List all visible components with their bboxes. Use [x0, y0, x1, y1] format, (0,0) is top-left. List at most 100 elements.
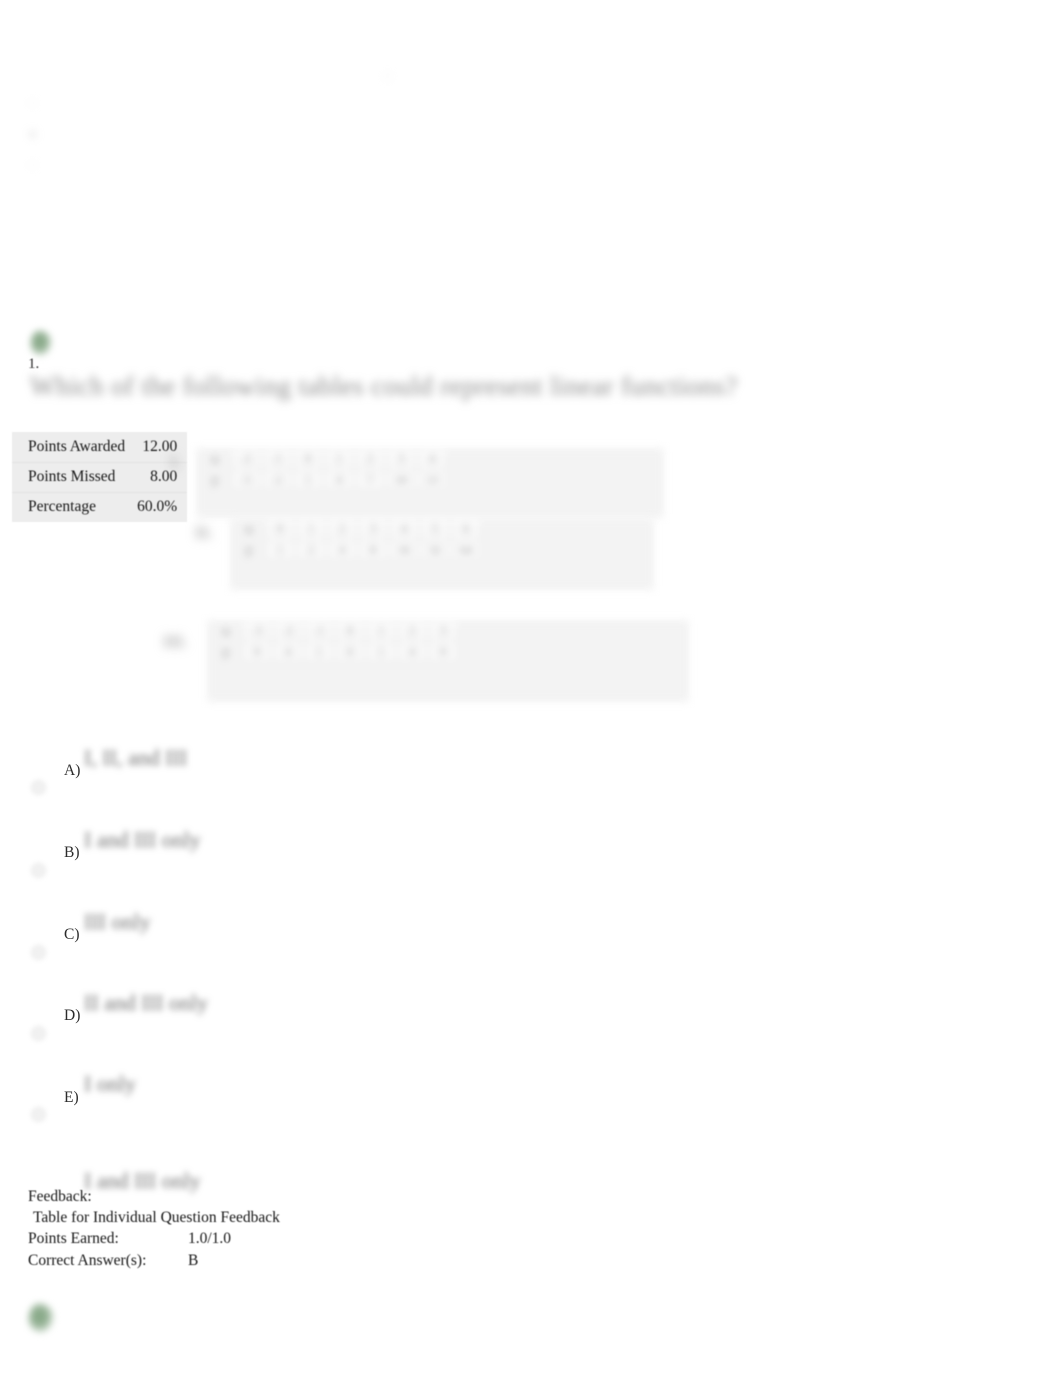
cell: 1	[306, 643, 332, 660]
top-left-artifact-icon-1: ▫	[30, 95, 35, 110]
cell: 0	[337, 622, 363, 639]
cell: 1	[368, 622, 394, 639]
cell: 4	[275, 643, 301, 660]
cell: 4	[399, 643, 425, 660]
table-row: x 0 1 2 3 4 5 6	[230, 518, 654, 539]
cell: -2	[275, 622, 301, 639]
table-row: y -5 -2 1 4 7 10 13	[196, 469, 664, 490]
cell: 1	[326, 450, 352, 467]
cell: 2	[357, 450, 383, 467]
cell: 16	[391, 541, 417, 558]
feedback-heading: Feedback:	[28, 1188, 92, 1205]
cell: 4	[326, 471, 352, 488]
cell: 1	[368, 643, 394, 660]
cell: 10	[388, 471, 414, 488]
cell: 0	[267, 520, 293, 537]
points-earned-label: Points Earned:	[28, 1230, 119, 1248]
figure-label-2: II.	[195, 523, 213, 542]
figure-table-3: x -3 -2 -1 0 1 2 3 y 9 4 1 0 1 4 9	[207, 620, 689, 702]
option-letter-b: B)	[64, 844, 80, 861]
cell: 32	[422, 541, 448, 558]
option-letter-d: D)	[64, 1007, 81, 1024]
top-left-artifact-icon-3: ▫	[30, 157, 35, 172]
cell: y	[202, 471, 228, 488]
document-page: ▫ ▫ ▪ ▫ Points Awarded 12.00 Points Miss…	[0, 0, 1062, 1377]
option-text-c: III only	[84, 909, 151, 934]
question-text: Which of the following tables could repr…	[30, 371, 738, 401]
top-center-artifact-icon: ▫	[385, 69, 391, 85]
correct-answer-value: B	[188, 1251, 199, 1269]
cell: 3	[360, 520, 386, 537]
table-row: Points Awarded 12.00	[12, 432, 188, 463]
points-missed-label: Points Missed	[12, 462, 134, 493]
cell: 13	[419, 471, 445, 488]
cell: -2	[264, 471, 290, 488]
cell: 64	[453, 541, 479, 558]
cell: 1	[298, 520, 324, 537]
option-letter-a: A)	[64, 762, 81, 779]
cell: -1	[264, 450, 290, 467]
feedback-block: Feedback: Table for Individual Question …	[28, 1186, 280, 1271]
points-earned-value: 1.0/1.0	[188, 1230, 232, 1248]
score-summary-panel: Points Awarded 12.00 Points Missed 8.00 …	[0, 210, 230, 522]
cell: 7	[357, 471, 383, 488]
table-row: x -2 -1 0 1 2 3 4	[196, 448, 664, 469]
score-summary-table: Points Awarded 12.00 Points Missed 8.00 …	[12, 432, 188, 522]
figure-label-1: I.	[170, 452, 181, 471]
percentage-value: 60.0%	[133, 492, 188, 522]
table-row: y 9 4 1 0 1 4 9	[207, 641, 689, 662]
cell: 0	[337, 643, 363, 660]
cell: -1	[306, 622, 332, 639]
cell: 3	[430, 622, 456, 639]
cell: 4	[391, 520, 417, 537]
cell: 8	[360, 541, 386, 558]
correct-answer-label: Correct Answer(s):	[28, 1251, 147, 1269]
percentage-label: Percentage	[12, 492, 134, 522]
correct-answer-row: Correct Answer(s): B	[28, 1250, 280, 1271]
radio-button-e[interactable]	[31, 1107, 46, 1122]
option-text-a: I, II, and III	[84, 745, 188, 770]
option-letter-c: C)	[64, 926, 80, 943]
cell: 1	[295, 471, 321, 488]
cell: 4	[329, 541, 355, 558]
option-text-e: I only	[84, 1071, 136, 1096]
cell: 2	[329, 520, 355, 537]
table-row: Percentage 60.0%	[12, 492, 188, 522]
radio-button-d[interactable]	[31, 1026, 46, 1041]
cell: 9	[244, 643, 270, 660]
radio-button-c[interactable]	[31, 945, 46, 960]
cell: 0	[295, 450, 321, 467]
option-text-b: I and III only	[84, 827, 201, 852]
cell: -5	[233, 471, 259, 488]
cell: x	[202, 450, 228, 467]
cell: x	[213, 622, 239, 639]
cell: 2	[298, 541, 324, 558]
figure-table-2: x 0 1 2 3 4 5 6 y 1 2 4 8 16 32 64	[230, 518, 654, 590]
cell: 2	[399, 622, 425, 639]
figure-label-3: III.	[163, 632, 188, 651]
top-left-artifact-icon-2: ▪	[30, 127, 36, 143]
cell: 6	[453, 520, 479, 537]
cell: 4	[419, 450, 445, 467]
table-row: y 1 2 4 8 16 32 64	[230, 539, 654, 560]
table-row: x -3 -2 -1 0 1 2 3	[207, 620, 689, 641]
correct-check-icon	[28, 1303, 54, 1333]
figure-table-1: x -2 -1 0 1 2 3 4 y -5 -2 1 4 7 10 13	[196, 448, 664, 518]
feedback-table-caption: Table for Individual Question Feedback	[33, 1209, 280, 1227]
correct-check-icon	[30, 330, 52, 356]
option-text-d: II and III only	[84, 990, 209, 1015]
cell: 1	[267, 541, 293, 558]
cell: 3	[388, 450, 414, 467]
cell: -2	[233, 450, 259, 467]
cell: y	[236, 541, 262, 558]
points-awarded-label: Points Awarded	[12, 432, 134, 463]
cell: 5	[422, 520, 448, 537]
cell: -3	[244, 622, 270, 639]
table-row: Points Missed 8.00	[12, 462, 188, 493]
option-letter-e: E)	[64, 1089, 79, 1106]
cell: 9	[430, 643, 456, 660]
points-earned-row: Points Earned: 1.0/1.0	[28, 1228, 280, 1249]
cell: y	[213, 643, 239, 660]
radio-button-b[interactable]	[31, 863, 46, 878]
radio-button-a[interactable]	[31, 780, 46, 795]
